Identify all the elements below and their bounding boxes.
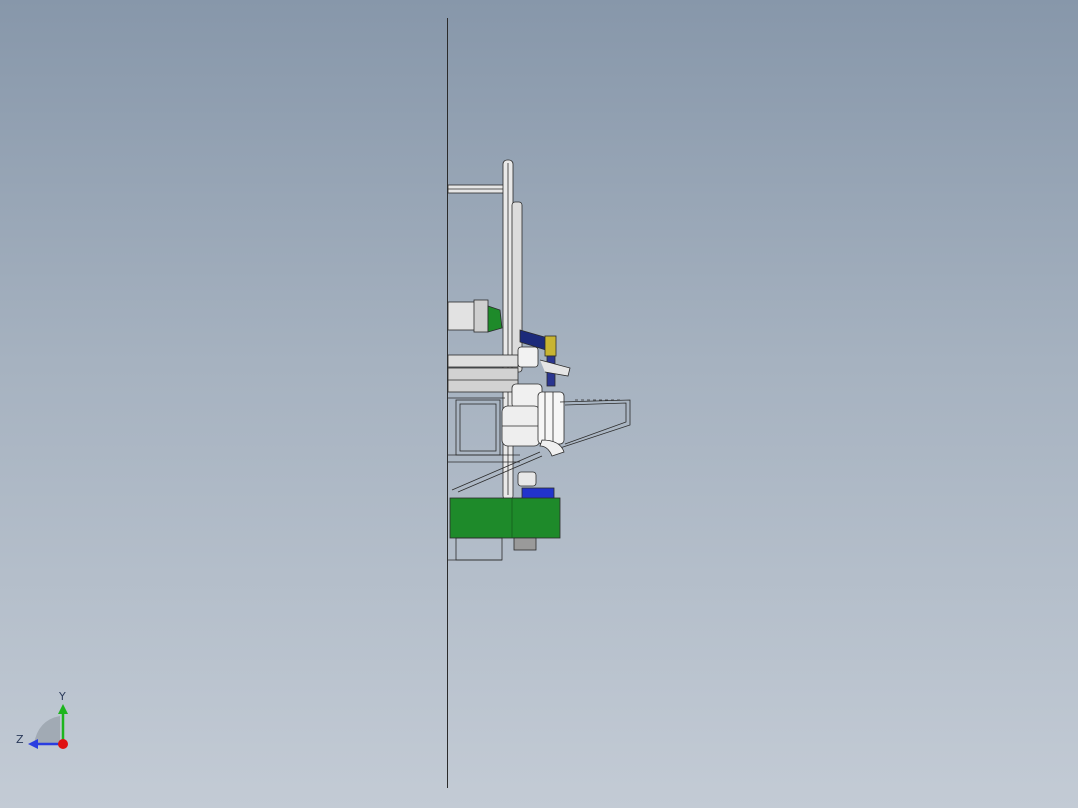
roller-upper <box>517 346 539 368</box>
upper-motor-flange <box>473 299 489 333</box>
bottom-foot <box>513 537 537 551</box>
roller-top <box>511 383 543 409</box>
green-coupling <box>487 305 503 333</box>
y-axis-arrow-icon <box>58 704 68 714</box>
upper-motor-body <box>447 301 477 331</box>
assembly-model[interactable] <box>447 159 631 561</box>
lower-frame-inner <box>459 403 497 452</box>
roller-lower <box>517 471 537 487</box>
roller-housing <box>537 391 565 445</box>
coordinate-triad-icon: Y Z <box>16 690 68 749</box>
side-plate <box>511 201 523 373</box>
z-axis-label: Z <box>16 733 24 746</box>
green-motor-box <box>449 497 561 539</box>
graphics-viewport[interactable]: Y Z <box>0 0 1078 808</box>
x-axis-dot-icon <box>58 739 68 749</box>
z-axis-arrow-icon <box>28 739 38 749</box>
mid-rail-1 <box>447 354 519 368</box>
y-axis-label: Y <box>58 690 66 703</box>
yellow-fitting <box>544 335 557 357</box>
chute-inner <box>564 402 627 445</box>
bottom-frame <box>455 537 503 561</box>
model-canvas[interactable]: Y Z <box>0 0 1078 808</box>
lower-frame-box <box>455 399 501 456</box>
